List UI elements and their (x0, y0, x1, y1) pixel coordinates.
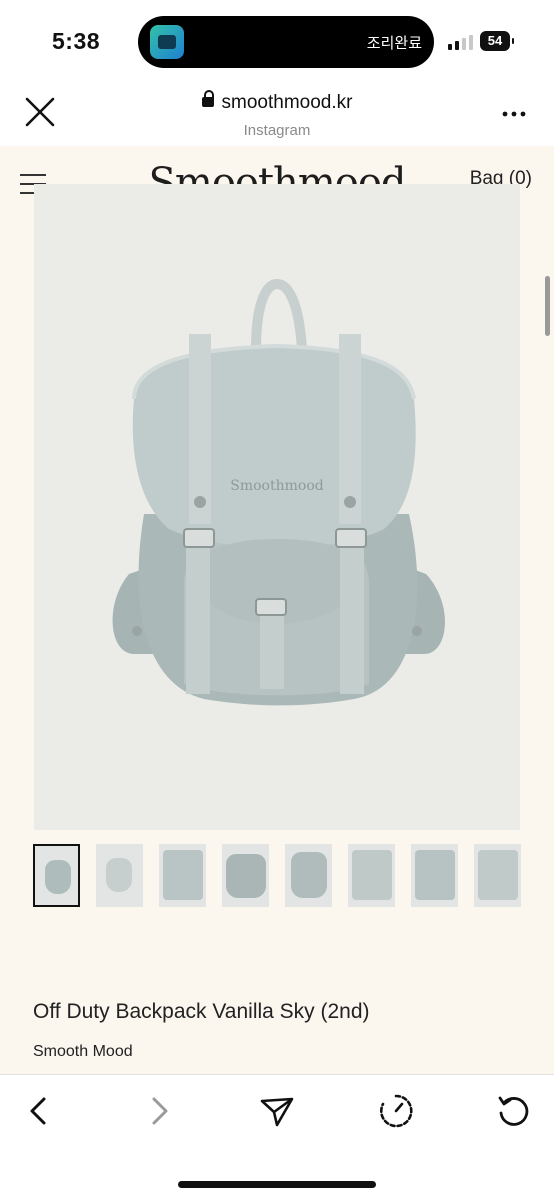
product-brand[interactable]: Smooth Mood (33, 1043, 133, 1061)
thumbnail-image (291, 852, 327, 898)
backpack-illustration: Smoothmood (112, 278, 445, 706)
backpack-logo-text: Smoothmood (230, 478, 323, 494)
dynamic-island[interactable]: 조리완료 (138, 16, 434, 68)
app-icon (150, 25, 184, 59)
thumbnail-8[interactable] (474, 844, 521, 907)
reload-icon[interactable] (496, 1093, 532, 1129)
thumbnail-6[interactable] (348, 844, 395, 907)
lock-icon (201, 90, 214, 109)
thumbnail-image (106, 858, 132, 892)
thumbnail-strip (33, 844, 523, 908)
share-icon[interactable] (259, 1093, 295, 1129)
more-icon[interactable] (502, 102, 526, 126)
product-title: Off Duty Backpack Vanilla Sky (2nd) (33, 1000, 370, 1023)
battery-icon: 54 (480, 31, 514, 51)
thumbnail-image (163, 850, 203, 900)
clock: 5:38 (52, 28, 101, 54)
product-image[interactable]: Smoothmood (34, 184, 520, 830)
url-bar[interactable]: smoothmood.kr (0, 90, 554, 114)
thumbnail-image (45, 860, 71, 894)
live-activity-text: 조리완료 (366, 35, 422, 52)
thumbnail-image (478, 850, 518, 900)
thumbnail-image (226, 854, 266, 898)
timer-icon[interactable] (378, 1093, 414, 1129)
status-bar: 5:38 조리완료 54 (0, 0, 554, 80)
thumbnail-3[interactable] (159, 844, 206, 907)
url-domain: smoothmood.kr (221, 92, 353, 113)
thumbnail-7[interactable] (411, 844, 458, 907)
back-icon[interactable] (22, 1093, 58, 1129)
thumbnail-1[interactable] (33, 844, 80, 907)
browser-source: Instagram (243, 122, 311, 139)
thumbnail-5[interactable] (285, 844, 332, 907)
thumbnail-image (415, 850, 455, 900)
web-page: Smoothmood Bag (0) Smoothmood Off Duty B… (0, 146, 554, 1074)
thumbnail-2[interactable] (96, 844, 143, 907)
scrollbar[interactable] (545, 276, 550, 336)
home-indicator[interactable] (178, 1181, 376, 1188)
signal-icon (448, 34, 474, 50)
thumbnail-4[interactable] (222, 844, 269, 907)
forward-icon[interactable] (140, 1093, 176, 1129)
browser-header: smoothmood.kr Instagram (0, 80, 554, 146)
thumbnail-image (352, 850, 392, 900)
